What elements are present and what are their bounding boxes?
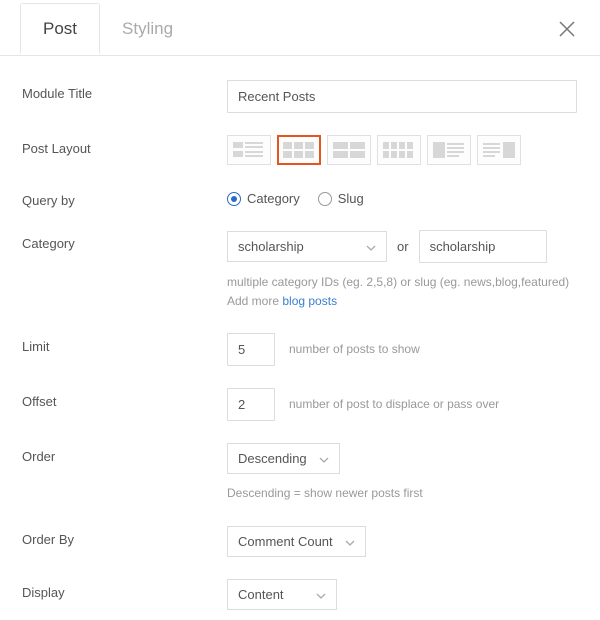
layout-option-imageright[interactable] bbox=[477, 135, 521, 165]
radio-slug[interactable]: Slug bbox=[318, 191, 364, 206]
addmore-prefix: Add more bbox=[227, 294, 282, 308]
tab-post[interactable]: Post bbox=[20, 3, 100, 54]
chevron-down-icon bbox=[345, 534, 355, 549]
chevron-down-icon bbox=[316, 587, 326, 602]
label-module-title: Module Title bbox=[22, 80, 227, 101]
radio-category[interactable]: Category bbox=[227, 191, 300, 206]
close-icon[interactable] bbox=[558, 20, 576, 38]
layout-option-grid4[interactable] bbox=[377, 135, 421, 165]
order-by-select[interactable]: Comment Count bbox=[227, 526, 366, 557]
post-layout-options bbox=[227, 135, 578, 165]
query-by-radio-group: Category Slug bbox=[227, 187, 578, 206]
category-addmore-hint: Add more blog posts bbox=[227, 292, 578, 311]
label-order-by: Order By bbox=[22, 526, 227, 547]
offset-hint: number of post to displace or pass over bbox=[289, 395, 499, 414]
display-select-value: Content bbox=[238, 587, 284, 602]
limit-input[interactable] bbox=[227, 333, 275, 366]
module-title-input[interactable] bbox=[227, 80, 577, 113]
label-limit: Limit bbox=[22, 333, 227, 354]
layout-option-imageleft[interactable] bbox=[427, 135, 471, 165]
order-select-value: Descending bbox=[238, 451, 307, 466]
radio-category-label: Category bbox=[247, 191, 300, 206]
offset-input[interactable] bbox=[227, 388, 275, 421]
layout-option-list[interactable] bbox=[227, 135, 271, 165]
label-query-by: Query by bbox=[22, 187, 227, 208]
tab-bar: Post Styling bbox=[0, 0, 600, 56]
category-text-input[interactable] bbox=[419, 230, 547, 263]
layout-option-grid2[interactable] bbox=[327, 135, 371, 165]
category-select-value: scholarship bbox=[238, 239, 304, 254]
label-order: Order bbox=[22, 443, 227, 464]
radio-dot-icon bbox=[318, 192, 332, 206]
order-select[interactable]: Descending bbox=[227, 443, 340, 474]
category-select[interactable]: scholarship bbox=[227, 231, 387, 262]
radio-slug-label: Slug bbox=[338, 191, 364, 206]
chevron-down-icon bbox=[319, 451, 329, 466]
blog-posts-link[interactable]: blog posts bbox=[282, 294, 337, 308]
radio-dot-icon bbox=[227, 192, 241, 206]
label-post-layout: Post Layout bbox=[22, 135, 227, 156]
label-offset: Offset bbox=[22, 388, 227, 409]
category-or-text: or bbox=[397, 239, 409, 254]
label-display: Display bbox=[22, 579, 227, 600]
order-hint: Descending = show newer posts first bbox=[227, 484, 578, 503]
category-hint: multiple category IDs (eg. 2,5,8) or slu… bbox=[227, 273, 578, 292]
order-by-select-value: Comment Count bbox=[238, 534, 333, 549]
post-form: Module Title Post Layout bbox=[0, 56, 600, 620]
limit-hint: number of posts to show bbox=[289, 340, 420, 359]
chevron-down-icon bbox=[366, 239, 376, 254]
label-category: Category bbox=[22, 230, 227, 251]
display-select[interactable]: Content bbox=[227, 579, 337, 610]
tab-styling[interactable]: Styling bbox=[100, 4, 195, 53]
layout-option-grid3[interactable] bbox=[277, 135, 321, 165]
